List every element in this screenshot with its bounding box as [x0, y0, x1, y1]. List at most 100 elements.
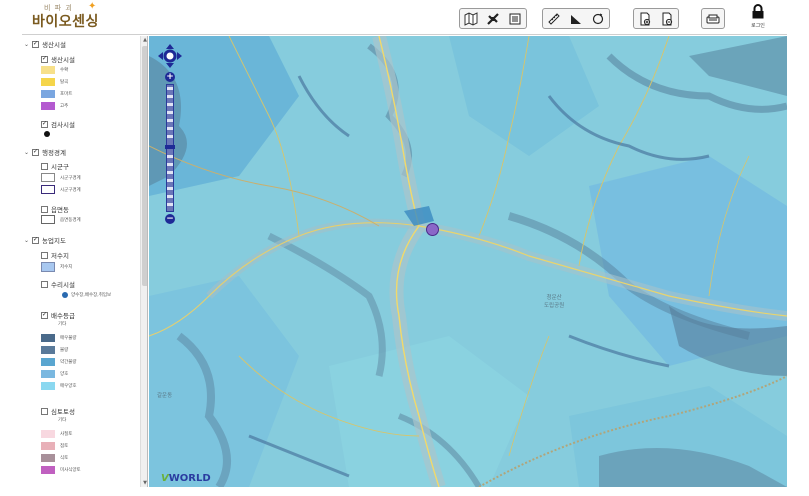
- legend-item: 읍면동경계: [41, 215, 81, 224]
- zoom-tick: [167, 195, 173, 198]
- legend-item: 고추: [41, 101, 68, 110]
- legend-label: 매우불량: [60, 335, 77, 341]
- legend-item: 시군구경계: [41, 173, 81, 182]
- legend-label: 고추: [60, 103, 69, 109]
- vworld-logo-text: WORLD: [168, 473, 211, 484]
- layer-production[interactable]: ✓ 생산시설: [41, 54, 75, 64]
- toolbar-group-measure: [542, 8, 610, 29]
- legend-label: 불량: [60, 347, 69, 353]
- legend-label: 탈곡: [60, 79, 69, 85]
- layer-irrigation-label: 수리시설: [51, 281, 75, 289]
- legend-swatch: [41, 357, 55, 366]
- group-admin-boundary[interactable]: ⌄ ✓ 행정경계: [24, 147, 66, 157]
- zoom-in-button[interactable]: +: [165, 72, 175, 82]
- layer-subsoil[interactable]: 심토토성: [41, 406, 75, 416]
- legend-swatch: [41, 173, 55, 182]
- sidebar-scrollbar[interactable]: ▲ ▼: [140, 36, 147, 487]
- zoom-tick: [167, 171, 173, 174]
- legend-item: 수확: [41, 65, 68, 74]
- layer-list-button[interactable]: [504, 9, 526, 28]
- vworld-logo: VWORLD: [161, 473, 211, 484]
- layer-reservoir[interactable]: 저수지: [41, 250, 69, 260]
- zoom-out-button[interactable]: −: [165, 214, 175, 224]
- legend-item: 점토: [41, 441, 68, 450]
- layer-sigungu[interactable]: 시군구: [41, 161, 69, 171]
- area-measure-button[interactable]: [565, 9, 587, 28]
- import-icon: [662, 12, 673, 25]
- group-production-checkbox[interactable]: ✓: [32, 40, 39, 48]
- satellite-button[interactable]: [482, 9, 504, 28]
- legend-item: 불량: [41, 345, 68, 354]
- ruler-icon: [548, 12, 560, 25]
- layer-inspection-checkbox[interactable]: ✓: [41, 120, 48, 128]
- layer-list-icon: [509, 13, 521, 24]
- layer-reservoir-checkbox[interactable]: [41, 251, 48, 259]
- circle-measure-button[interactable]: [587, 9, 609, 28]
- legend-label: 사질토: [60, 431, 73, 437]
- legend-label: 포마트: [60, 91, 73, 97]
- group-agri-map-checkbox[interactable]: ✓: [32, 236, 39, 244]
- group-admin-boundary-checkbox[interactable]: ✓: [32, 148, 39, 156]
- export-button[interactable]: [634, 9, 656, 28]
- map-sheet-icon: [464, 11, 478, 26]
- import-button[interactable]: [656, 9, 678, 28]
- zoom-slider[interactable]: [165, 84, 175, 212]
- collapse-icon[interactable]: ⌄: [24, 41, 30, 48]
- scroll-up-icon[interactable]: ▲: [141, 37, 147, 43]
- layer-sidebar: ⌄ ✓ 생산시설 ✓ 생산시설 수확 탈곡 포마트 고추 ✓ 검사시설 ⌄ ✓ …: [22, 36, 148, 487]
- legend-label: 점토: [60, 443, 69, 449]
- legend-item: 포마트: [41, 89, 72, 98]
- pan-control-icon[interactable]: [158, 44, 182, 68]
- satellite-icon: [487, 12, 499, 25]
- group-agri-map[interactable]: ⌄ ✓ 농업지도: [24, 235, 66, 245]
- group-production[interactable]: ⌄ ✓ 생산시설: [24, 39, 66, 49]
- map-sheet-button[interactable]: [460, 9, 482, 28]
- layer-sigungu-checkbox[interactable]: [41, 162, 48, 170]
- layer-eupmyeondong[interactable]: 읍면동: [41, 204, 69, 214]
- legend-swatch: [41, 345, 55, 354]
- legend-label: 읍면동경계: [60, 217, 81, 223]
- ruler-button[interactable]: [543, 9, 565, 28]
- legend-swatch: [41, 429, 55, 438]
- print-icon: [706, 14, 720, 23]
- legend-label: 시군구경계: [60, 187, 81, 193]
- legend-label: 저수지: [60, 264, 73, 270]
- legend-swatch: [41, 453, 55, 462]
- group-admin-boundary-label: 행정경계: [42, 149, 66, 157]
- layer-eupmyeondong-checkbox[interactable]: [41, 205, 48, 213]
- legend-label: 약간불량: [60, 359, 77, 365]
- legend-item: 미사식양토: [41, 465, 81, 474]
- layer-irrigation-checkbox[interactable]: [41, 280, 48, 288]
- legend-item: 약간불량: [41, 357, 77, 366]
- legend-item: 양호: [41, 369, 68, 378]
- layer-subsoil-checkbox[interactable]: [41, 407, 48, 415]
- logo: 비 파 괴 바이오센싱 ✦: [32, 1, 112, 33]
- zoom-tick: [167, 155, 173, 158]
- legend-label: 시군구경계: [60, 175, 81, 181]
- scroll-down-icon[interactable]: ▼: [141, 480, 147, 486]
- legend-item: 식토: [41, 453, 68, 462]
- login-button[interactable]: 로그인: [744, 4, 772, 34]
- legend-heading: 기타: [58, 322, 67, 327]
- pump-station-icon: [62, 291, 68, 298]
- legend-label: 미사식양토: [60, 467, 81, 473]
- collapse-icon[interactable]: ⌄: [24, 149, 30, 156]
- print-button[interactable]: [702, 9, 724, 28]
- location-marker[interactable]: [426, 223, 439, 236]
- legend-item: 사질토: [41, 429, 72, 438]
- layer-drainage-checkbox[interactable]: ✓: [41, 311, 48, 319]
- scrollbar-thumb[interactable]: [142, 46, 147, 286]
- layer-irrigation[interactable]: 수리시설: [41, 279, 75, 289]
- legend-swatch: [41, 261, 55, 272]
- inspection-dot-icon: [44, 130, 50, 137]
- legend-swatch: [41, 465, 55, 474]
- layer-drainage[interactable]: ✓ 배수등급: [41, 310, 75, 320]
- legend-swatch: [41, 333, 55, 342]
- collapse-icon[interactable]: ⌄: [24, 237, 30, 244]
- zoom-handle[interactable]: [165, 145, 175, 149]
- legend-item: 저수지: [41, 261, 73, 272]
- logo-spark-icon: ✦: [88, 1, 97, 12]
- map-view[interactable]: 청운산 도립공원 갈운동 + − VWORLD: [149, 36, 787, 487]
- layer-production-checkbox[interactable]: ✓: [41, 55, 48, 63]
- layer-inspection[interactable]: ✓ 검사시설: [41, 119, 75, 129]
